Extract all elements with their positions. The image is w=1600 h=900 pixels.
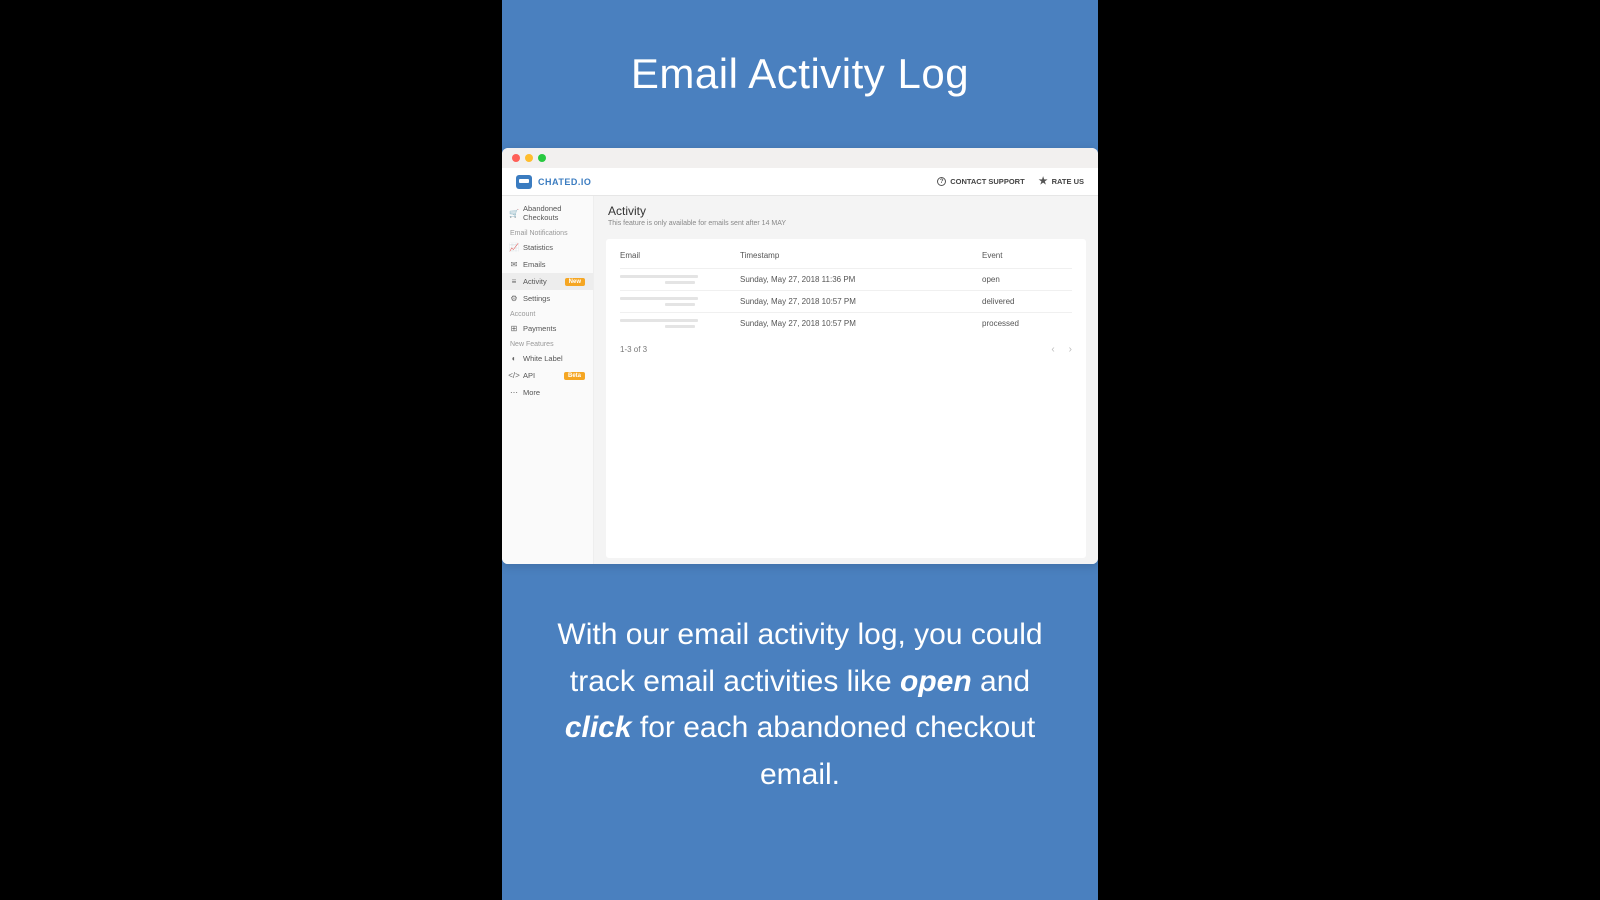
beta-badge: Beta: [564, 372, 585, 380]
new-badge: New: [565, 278, 585, 286]
sidebar: 🛒 Abandoned Checkouts Email Notification…: [502, 196, 594, 564]
promo-title: Email Activity Log: [631, 50, 969, 98]
redaction-bar: [665, 325, 695, 328]
sidebar-item-label: Settings: [523, 294, 550, 303]
sidebar-item-label: Activity: [523, 277, 547, 286]
window-titlebar: [502, 148, 1098, 168]
app-window: CHATED.IO ? CONTACT SUPPORT ★ RATE US 🛒 …: [502, 148, 1098, 564]
sidebar-item-white-label[interactable]: ◐ White Label: [502, 350, 593, 367]
table-footer: 1-3 of 3 ‹ ›: [620, 334, 1072, 359]
sidebar-item-label: White Label: [523, 354, 563, 363]
globe-icon: ◐: [510, 354, 518, 363]
page-note: This feature is only available for email…: [608, 220, 1084, 227]
table-header: Email Timestamp Event: [620, 247, 1072, 268]
promo-em-open: open: [900, 665, 972, 698]
sidebar-item-abandoned-checkouts[interactable]: 🛒 Abandoned Checkouts: [502, 200, 593, 226]
sidebar-section-account: Account: [502, 307, 593, 320]
row-event: delivered: [982, 297, 1072, 306]
redacted-email: [620, 319, 740, 328]
table-row: Sunday, May 27, 2018 10:57 PM processed: [620, 312, 1072, 334]
pager-prev-button[interactable]: ‹: [1051, 344, 1054, 355]
rate-us-link[interactable]: ★ RATE US: [1039, 177, 1084, 187]
row-timestamp: Sunday, May 27, 2018 11:36 PM: [740, 275, 982, 284]
sidebar-section-email: Email Notifications: [502, 226, 593, 239]
col-email: Email: [620, 251, 740, 260]
redacted-email: [620, 275, 740, 284]
sidebar-item-api[interactable]: </> API Beta: [502, 367, 593, 384]
zoom-dot-icon[interactable]: [538, 154, 546, 162]
list-icon: ≡: [510, 277, 518, 286]
sidebar-item-label: Abandoned Checkouts: [523, 204, 585, 222]
table-row: Sunday, May 27, 2018 11:36 PM open: [620, 268, 1072, 290]
content-header: Activity This feature is only available …: [594, 196, 1098, 233]
brand-name: CHATED.IO: [538, 177, 591, 187]
promo-em-click: click: [565, 711, 632, 744]
app-body: 🛒 Abandoned Checkouts Email Notification…: [502, 196, 1098, 564]
payments-icon: ⊞: [510, 324, 518, 333]
promo-card: Email Activity Log CHATED.IO ? CONTACT S…: [502, 0, 1098, 900]
row-timestamp: Sunday, May 27, 2018 10:57 PM: [740, 319, 982, 328]
sidebar-item-emails[interactable]: ✉ Emails: [502, 256, 593, 273]
contact-support-label: CONTACT SUPPORT: [950, 177, 1024, 186]
redaction-bar: [665, 281, 695, 284]
code-icon: </>: [510, 371, 518, 380]
pager: ‹ ›: [1051, 344, 1072, 355]
promo-text: and: [972, 665, 1030, 698]
topbar-actions: ? CONTACT SUPPORT ★ RATE US: [937, 177, 1084, 187]
gear-icon: ⚙: [510, 294, 518, 303]
redacted-email: [620, 297, 740, 306]
table-row: Sunday, May 27, 2018 10:57 PM delivered: [620, 290, 1072, 312]
envelope-icon: ✉: [510, 260, 518, 269]
redaction-bar: [620, 297, 698, 300]
sidebar-item-label: More: [523, 388, 540, 397]
contact-support-link[interactable]: ? CONTACT SUPPORT: [937, 177, 1024, 186]
app-topbar: CHATED.IO ? CONTACT SUPPORT ★ RATE US: [502, 168, 1098, 196]
brand-logo-icon: [516, 175, 532, 189]
sidebar-item-settings[interactable]: ⚙ Settings: [502, 290, 593, 307]
pagination-count: 1-3 of 3: [620, 345, 647, 354]
sidebar-item-label: Emails: [523, 260, 546, 269]
promo-description: With our email activity log, you could t…: [502, 612, 1098, 798]
ellipsis-icon: ⋯: [510, 388, 518, 397]
redaction-bar: [665, 303, 695, 306]
pager-next-button[interactable]: ›: [1069, 344, 1072, 355]
brand[interactable]: CHATED.IO: [516, 175, 591, 189]
col-timestamp: Timestamp: [740, 251, 982, 260]
promo-text: for each abandoned checkout email.: [632, 711, 1036, 791]
row-event: open: [982, 275, 1072, 284]
sidebar-item-label: API: [523, 371, 535, 380]
minimize-dot-icon[interactable]: [525, 154, 533, 162]
close-dot-icon[interactable]: [512, 154, 520, 162]
sidebar-item-statistics[interactable]: 📈 Statistics: [502, 239, 593, 256]
cart-icon: 🛒: [510, 209, 518, 218]
chart-icon: 📈: [510, 243, 518, 252]
help-icon: ?: [937, 177, 946, 186]
content-area: Activity This feature is only available …: [594, 196, 1098, 564]
activity-card: Email Timestamp Event Sunday, May 27, 20…: [606, 239, 1086, 558]
redaction-bar: [620, 275, 698, 278]
col-event: Event: [982, 251, 1072, 260]
sidebar-item-label: Statistics: [523, 243, 553, 252]
sidebar-item-activity[interactable]: ≡ Activity New: [502, 273, 593, 290]
rate-us-label: RATE US: [1052, 177, 1084, 186]
row-event: processed: [982, 319, 1072, 328]
sidebar-item-label: Payments: [523, 324, 556, 333]
redaction-bar: [620, 319, 698, 322]
sidebar-section-new-features: New Features: [502, 337, 593, 350]
row-timestamp: Sunday, May 27, 2018 10:57 PM: [740, 297, 982, 306]
sidebar-item-payments[interactable]: ⊞ Payments: [502, 320, 593, 337]
page-title: Activity: [608, 204, 1084, 218]
sidebar-item-more[interactable]: ⋯ More: [502, 384, 593, 401]
star-icon: ★: [1039, 177, 1048, 187]
